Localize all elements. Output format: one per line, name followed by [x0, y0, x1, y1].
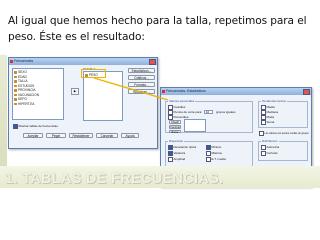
leader-line	[93, 77, 169, 101]
slide-title: 1. TABLAS DE FRECUENCIAS.	[5, 171, 224, 187]
callout-leader-line	[93, 77, 169, 101]
